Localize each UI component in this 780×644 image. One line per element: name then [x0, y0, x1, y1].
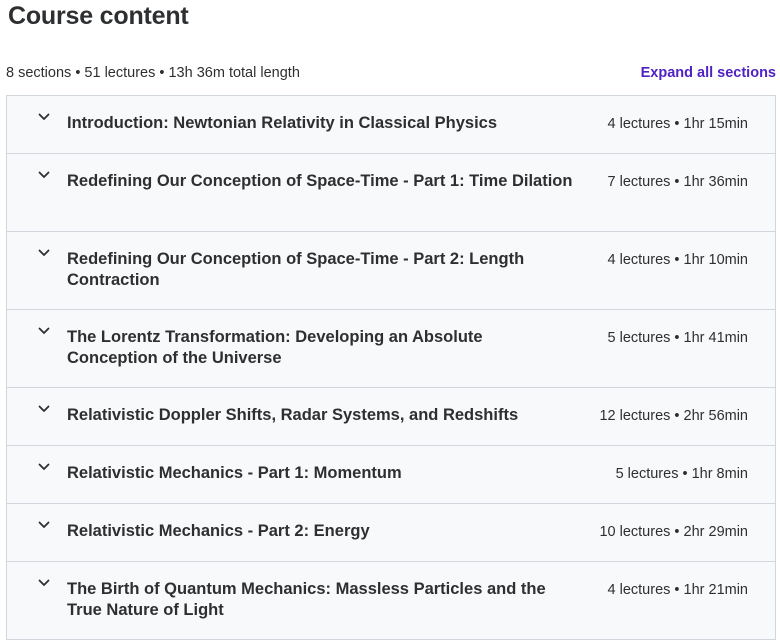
page-title: Course content [8, 2, 189, 30]
section-meta: 7 lectures • 1hr 36min [607, 174, 748, 190]
section-title: Relativistic Mechanics - Part 1: Momentu… [67, 464, 402, 482]
section-header[interactable]: Relativistic Mechanics - Part 1: Momentu… [7, 446, 775, 504]
section-header[interactable]: The Lorentz Transformation: Developing a… [7, 310, 775, 388]
section-meta: 10 lectures • 2hr 29min [599, 524, 748, 540]
section-title: Introduction: Newtonian Relativity in Cl… [67, 114, 498, 132]
section-header[interactable]: The Birth of Quantum Mechanics: Massless… [7, 562, 775, 640]
section-meta: 4 lectures • 1hr 10min [607, 252, 748, 268]
chevron-down-icon [7, 96, 67, 121]
section-title: Redefining Our Conception of Space-Time … [67, 250, 525, 289]
chevron-down-icon [7, 446, 67, 471]
section-header[interactable]: Introduction: Newtonian Relativity in Cl… [7, 96, 775, 154]
course-summary-row: 8 sections • 51 lectures • 13h 36m total… [6, 63, 776, 83]
section-title: Relativistic Doppler Shifts, Radar Syste… [67, 406, 519, 424]
section-header[interactable]: Redefining Our Conception of Space-Time … [7, 232, 775, 310]
chevron-down-icon [7, 562, 67, 587]
expand-all-sections-button[interactable]: Expand all sections [641, 65, 776, 81]
section-title: Relativistic Mechanics - Part 2: Energy [67, 522, 370, 540]
section-meta: 12 lectures • 2hr 56min [599, 408, 748, 424]
chevron-down-icon [7, 310, 67, 335]
chevron-down-icon [7, 504, 67, 529]
section-header[interactable]: Relativistic Doppler Shifts, Radar Syste… [7, 388, 775, 446]
section-meta: 4 lectures • 1hr 15min [607, 116, 748, 132]
section-meta: 5 lectures • 1hr 8min [615, 466, 748, 482]
section-title: Redefining Our Conception of Space-Time … [67, 172, 573, 190]
section-meta: 5 lectures • 1hr 41min [607, 330, 748, 346]
chevron-down-icon [7, 232, 67, 257]
section-list: Introduction: Newtonian Relativity in Cl… [6, 95, 776, 640]
section-title: The Lorentz Transformation: Developing a… [67, 328, 483, 367]
section-header[interactable]: Relativistic Mechanics - Part 2: Energy … [7, 504, 775, 562]
section-title: The Birth of Quantum Mechanics: Massless… [67, 580, 546, 619]
chevron-down-icon [7, 154, 67, 179]
section-meta: 4 lectures • 1hr 21min [607, 582, 748, 598]
section-header[interactable]: Redefining Our Conception of Space-Time … [7, 154, 775, 232]
chevron-down-icon [7, 388, 67, 413]
course-summary: 8 sections • 51 lectures • 13h 36m total… [6, 65, 300, 81]
